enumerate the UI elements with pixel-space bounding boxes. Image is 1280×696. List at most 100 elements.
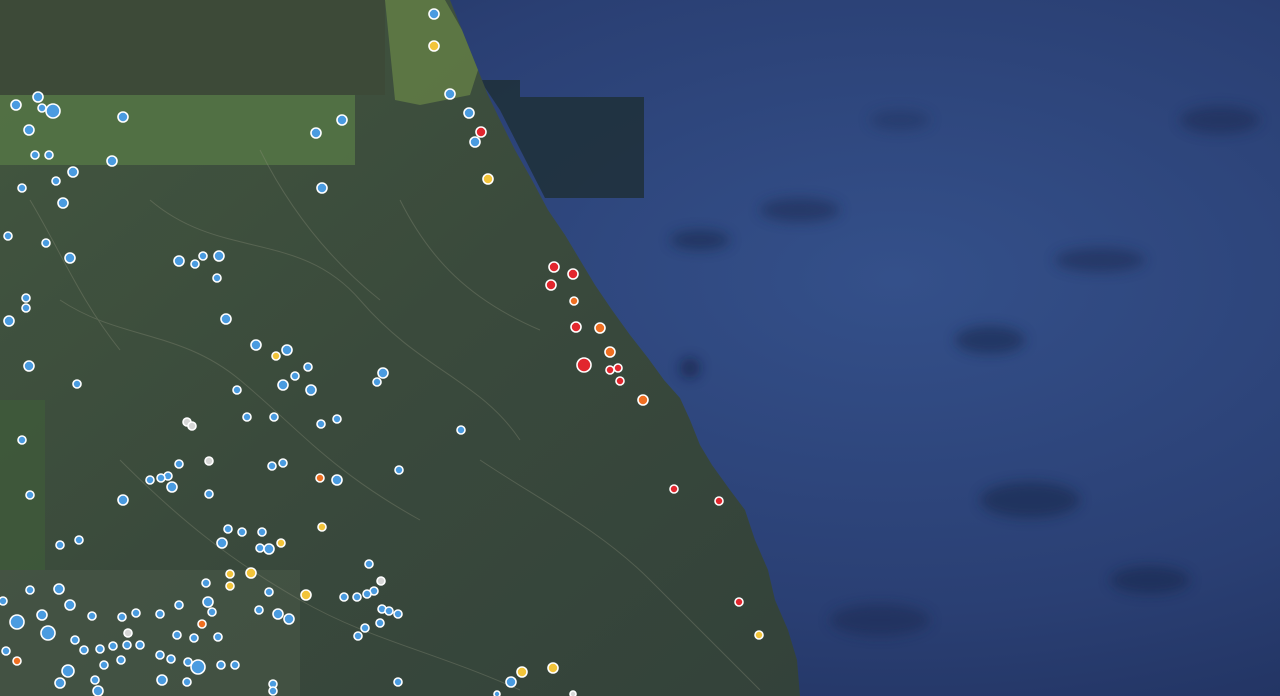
map-marker-blue[interactable] (10, 99, 22, 111)
map-marker-blue[interactable] (90, 675, 100, 685)
map-marker-yellow[interactable] (300, 589, 312, 601)
map-marker-blue[interactable] (190, 659, 206, 675)
map-marker-blue[interactable] (198, 251, 208, 261)
map-marker-blue[interactable] (3, 231, 13, 241)
map-marker-yellow[interactable] (225, 581, 235, 591)
map-marker-blue[interactable] (223, 524, 233, 534)
map-marker-blue[interactable] (135, 640, 145, 650)
map-marker-red[interactable] (734, 597, 744, 607)
map-marker-blue[interactable] (156, 473, 166, 483)
map-marker-blue[interactable] (316, 419, 326, 429)
map-marker-blue[interactable] (204, 489, 214, 499)
map-marker-blue[interactable] (23, 360, 35, 372)
map-marker-blue[interactable] (1, 646, 11, 656)
map-marker-blue[interactable] (25, 585, 35, 595)
map-marker-blue[interactable] (384, 606, 394, 616)
map-marker-blue[interactable] (64, 252, 76, 264)
map-marker-blue[interactable] (3, 315, 15, 327)
map-marker-red[interactable] (714, 496, 724, 506)
map-marker-blue[interactable] (264, 587, 274, 597)
map-marker-blue[interactable] (250, 339, 262, 351)
map-marker-blue[interactable] (17, 435, 27, 445)
map-marker-blue[interactable] (216, 537, 228, 549)
map-marker-white[interactable] (123, 628, 133, 638)
map-marker-blue[interactable] (469, 136, 481, 148)
map-marker-blue[interactable] (393, 609, 403, 619)
map-marker-blue[interactable] (122, 640, 132, 650)
map-marker-blue[interactable] (372, 377, 382, 387)
map-marker-blue[interactable] (353, 631, 363, 641)
map-marker-blue[interactable] (305, 384, 317, 396)
map-marker-blue[interactable] (213, 632, 223, 642)
map-marker-blue[interactable] (32, 91, 44, 103)
satellite-map[interactable] (0, 0, 1280, 696)
map-marker-blue[interactable] (201, 578, 211, 588)
map-marker-blue[interactable] (53, 583, 65, 595)
map-marker-blue[interactable] (267, 461, 277, 471)
map-marker-blue[interactable] (310, 127, 322, 139)
map-marker-blue[interactable] (36, 609, 48, 621)
map-marker-blue[interactable] (166, 481, 178, 493)
map-marker-blue[interactable] (242, 412, 252, 422)
map-marker-blue[interactable] (331, 474, 343, 486)
map-marker-blue[interactable] (428, 8, 440, 20)
map-marker-blue[interactable] (257, 527, 267, 537)
map-marker-orange[interactable] (604, 346, 616, 358)
map-marker-blue[interactable] (79, 645, 89, 655)
map-marker-orange[interactable] (197, 619, 207, 629)
map-marker-yellow[interactable] (245, 567, 257, 579)
map-marker-blue[interactable] (44, 150, 54, 160)
map-marker-red[interactable] (669, 484, 679, 494)
map-marker-blue[interactable] (30, 150, 40, 160)
map-marker-blue[interactable] (21, 293, 31, 303)
map-marker-blue[interactable] (360, 623, 370, 633)
map-marker-red[interactable] (613, 363, 623, 373)
map-marker-yellow[interactable] (317, 522, 327, 532)
map-marker-blue[interactable] (54, 677, 66, 689)
map-marker-blue[interactable] (145, 475, 155, 485)
map-marker-blue[interactable] (393, 677, 403, 687)
map-marker-orange[interactable] (569, 296, 579, 306)
map-marker-yellow[interactable] (276, 538, 286, 548)
map-marker-blue[interactable] (21, 303, 31, 313)
map-marker-yellow[interactable] (428, 40, 440, 52)
map-marker-orange[interactable] (12, 656, 22, 666)
map-marker-blue[interactable] (303, 362, 313, 372)
map-marker-blue[interactable] (263, 543, 275, 555)
map-marker-yellow[interactable] (754, 630, 764, 640)
map-marker-blue[interactable] (463, 107, 475, 119)
map-marker-blue[interactable] (166, 654, 176, 664)
map-marker-blue[interactable] (339, 592, 349, 602)
map-marker-blue[interactable] (505, 676, 517, 688)
map-marker-blue[interactable] (108, 641, 118, 651)
map-marker-blue[interactable] (277, 379, 289, 391)
map-marker-yellow[interactable] (516, 666, 528, 678)
map-marker-red[interactable] (615, 376, 625, 386)
map-marker-blue[interactable] (172, 630, 182, 640)
map-marker-orange[interactable] (315, 473, 325, 483)
map-marker-blue[interactable] (67, 166, 79, 178)
map-marker-blue[interactable] (64, 599, 76, 611)
map-marker-yellow[interactable] (271, 351, 281, 361)
map-marker-blue[interactable] (55, 540, 65, 550)
map-marker-blue[interactable] (57, 197, 69, 209)
map-marker-blue[interactable] (207, 607, 217, 617)
map-marker-white[interactable] (569, 690, 577, 696)
map-marker-blue[interactable] (213, 250, 225, 262)
map-marker-blue[interactable] (156, 674, 168, 686)
map-marker-orange[interactable] (594, 322, 606, 334)
map-marker-red[interactable] (570, 321, 582, 333)
map-marker-blue[interactable] (99, 660, 109, 670)
map-marker-blue[interactable] (182, 677, 192, 687)
map-marker-blue[interactable] (362, 589, 372, 599)
map-marker-blue[interactable] (220, 313, 232, 325)
map-marker-blue[interactable] (117, 111, 129, 123)
map-marker-blue[interactable] (70, 635, 80, 645)
map-marker-yellow[interactable] (225, 569, 235, 579)
map-marker-blue[interactable] (45, 103, 61, 119)
map-marker-blue[interactable] (117, 494, 129, 506)
map-marker-blue[interactable] (377, 367, 389, 379)
map-marker-blue[interactable] (268, 686, 278, 696)
map-marker-white[interactable] (376, 576, 386, 586)
map-marker-blue[interactable] (0, 596, 8, 606)
